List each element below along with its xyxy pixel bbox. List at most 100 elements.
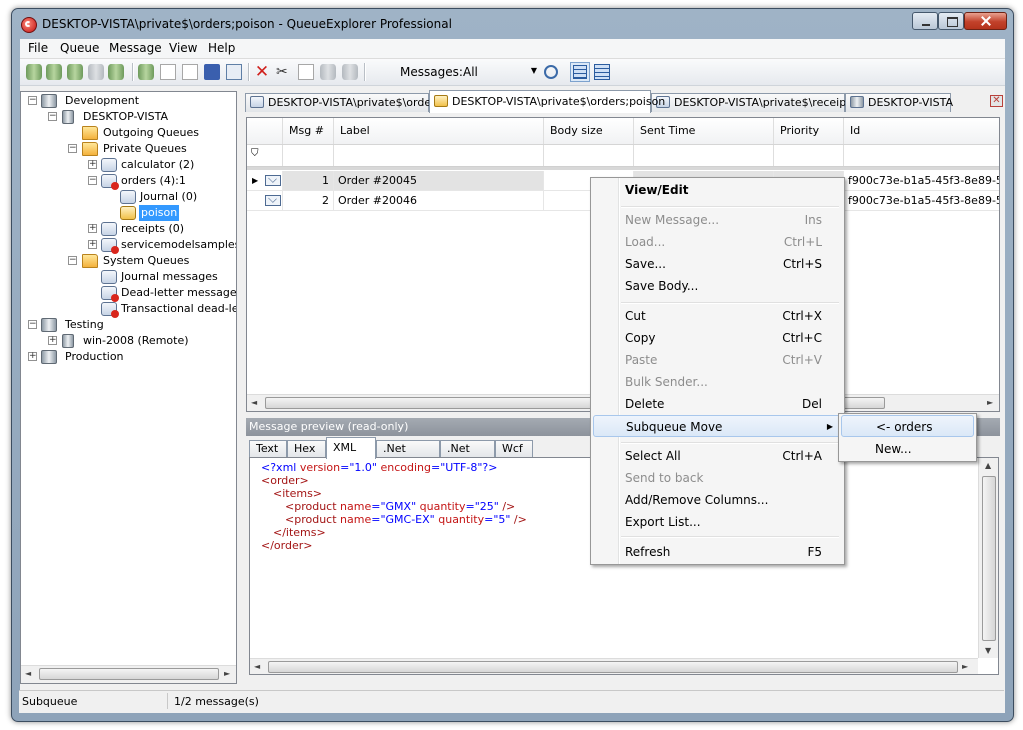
preview-tab-text[interactable]: Text (249, 440, 287, 458)
queue-properties-icon[interactable] (67, 64, 83, 80)
column-header-body-size[interactable]: Body size (544, 118, 634, 144)
menu-item-delete[interactable]: Delete Del (593, 393, 842, 415)
scroll-right-icon[interactable]: ► (962, 662, 968, 671)
menu-item-view-edit[interactable]: View/Edit (593, 179, 842, 201)
scroll-left-icon[interactable]: ◄ (25, 669, 31, 678)
collapse-toggle[interactable]: − (28, 320, 37, 329)
grid-header: Msg # Label Body size Sent Time Priority… (247, 118, 999, 145)
close-tab-icon[interactable]: ✕ (990, 95, 1003, 107)
menu-item-bulk-sender[interactable]: Bulk Sender... (593, 371, 842, 393)
tree-horizontal-scrollbar[interactable]: ◄ ► (21, 665, 236, 683)
grid-view-button[interactable] (570, 62, 590, 82)
expand-toggle[interactable]: + (88, 160, 97, 169)
filter-cell[interactable] (544, 145, 634, 166)
preview-vertical-scrollbar[interactable]: ▲ ▼ (978, 458, 998, 658)
scroll-thumb[interactable] (39, 668, 219, 680)
copy-icon[interactable] (298, 64, 314, 80)
menu-item-export-list[interactable]: Export List... (593, 511, 842, 533)
collapse-toggle[interactable]: − (88, 176, 97, 185)
paste-icon[interactable] (320, 64, 336, 80)
scroll-right-icon[interactable]: ► (987, 398, 993, 407)
expand-toggle[interactable]: + (88, 224, 97, 233)
messages-filter-value: All (463, 65, 478, 79)
tab-orders-poison[interactable]: DESKTOP-VISTA\private$\orders;poison (429, 90, 665, 113)
open-message-icon[interactable] (182, 64, 198, 80)
menu-item-subqueue-move[interactable]: Subqueue Move ▶ (593, 415, 842, 437)
preview-horizontal-scrollbar[interactable]: ◄ ► (250, 658, 978, 674)
delete-queue-icon[interactable] (88, 64, 104, 80)
close-button[interactable] (964, 12, 1007, 30)
menu-item-send-to-back[interactable]: Send to back (593, 467, 842, 489)
menu-file[interactable]: File (28, 41, 48, 55)
expand-toggle[interactable]: + (48, 336, 57, 345)
add-queue-icon[interactable] (46, 64, 62, 80)
scroll-thumb[interactable] (268, 661, 958, 673)
menu-item-save-body[interactable]: Save Body... (593, 275, 842, 297)
messages-filter-select[interactable]: All ▼ (458, 62, 540, 83)
expand-toggle[interactable]: + (28, 352, 37, 361)
title-bar[interactable]: DESKTOP-VISTA\private$\orders;poison - Q… (12, 9, 1013, 39)
delete-icon[interactable]: ✕ (254, 64, 270, 81)
new-message-icon[interactable] (160, 64, 176, 80)
scroll-thumb[interactable] (982, 476, 996, 641)
submenu-item-new[interactable]: New... (841, 438, 974, 460)
menu-item-copy[interactable]: Copy Ctrl+C (593, 327, 842, 349)
find-icon[interactable] (544, 65, 558, 79)
menu-item-add-remove-columns[interactable]: Add/Remove Columns... (593, 489, 842, 511)
column-header-priority[interactable]: Priority (774, 118, 844, 144)
collapse-toggle[interactable]: − (68, 256, 77, 265)
filter-cell[interactable] (283, 145, 334, 166)
save-icon[interactable] (204, 64, 220, 80)
cut-icon[interactable]: ✂ (276, 64, 292, 80)
column-header-label[interactable]: Label (334, 118, 544, 144)
refresh-messages-icon[interactable] (138, 64, 154, 80)
tab-desktop-vista[interactable]: DESKTOP-VISTA (845, 93, 953, 112)
list-view-icon[interactable] (594, 64, 610, 80)
tab-orders[interactable]: DESKTOP-VISTA\private$\orders (245, 93, 441, 112)
preview-tab-hex[interactable]: Hex (287, 440, 326, 458)
menu-message[interactable]: Message (109, 41, 162, 55)
column-header-indicator[interactable] (247, 118, 283, 144)
filter-row[interactable]: ⛉ (247, 145, 999, 167)
expand-toggle[interactable]: + (88, 240, 97, 249)
queue-tree[interactable]: − Development − DESKTOP-VISTA Outgoing Q… (20, 91, 237, 684)
menu-queue[interactable]: Queue (60, 41, 99, 55)
collapse-toggle[interactable]: − (28, 96, 37, 105)
minimize-button[interactable] (912, 12, 938, 30)
column-header-sent-time[interactable]: Sent Time (634, 118, 774, 144)
preview-tab-net-xml[interactable]: .Net XML (440, 440, 495, 471)
bulk-sender-icon[interactable] (342, 64, 358, 80)
queue-icon (101, 238, 119, 254)
menu-item-paste[interactable]: Paste Ctrl+V (593, 349, 842, 371)
maximize-button[interactable] (938, 12, 964, 30)
preview-tab-xml[interactable]: XML (326, 437, 376, 459)
refresh-queue-icon[interactable] (26, 64, 42, 80)
send-message-icon[interactable] (226, 64, 242, 80)
column-header-id[interactable]: Id (844, 118, 999, 144)
scroll-down-icon[interactable]: ▼ (985, 646, 991, 655)
scroll-up-icon[interactable]: ▲ (985, 461, 991, 470)
menu-view[interactable]: View (169, 41, 197, 55)
scroll-left-icon[interactable]: ◄ (254, 662, 260, 671)
filter-cell[interactable] (634, 145, 774, 166)
submenu-item-orders[interactable]: <- orders (841, 415, 974, 437)
preview-tab-net-binary[interactable]: .Net Binary (376, 440, 440, 471)
column-header-msg-num[interactable]: Msg # (283, 118, 334, 144)
new-queue-icon[interactable] (108, 64, 124, 80)
filter-cell[interactable] (774, 145, 844, 166)
preview-tab-wcf[interactable]: Wcf (495, 440, 533, 458)
scroll-left-icon[interactable]: ◄ (251, 398, 257, 407)
menu-item-select-all[interactable]: Select All Ctrl+A (593, 445, 842, 467)
menu-item-cut[interactable]: Cut Ctrl+X (593, 305, 842, 327)
filter-cell[interactable] (334, 145, 544, 166)
scroll-right-icon[interactable]: ► (224, 669, 230, 678)
tab-receipts[interactable]: DESKTOP-VISTA\private$\receipts (651, 93, 856, 112)
menu-item-new-message[interactable]: New Message... Ins (593, 209, 842, 231)
filter-cell[interactable]: ⛉ (247, 145, 283, 166)
menu-item-load[interactable]: Load... Ctrl+L (593, 231, 842, 253)
menu-help[interactable]: Help (208, 41, 235, 55)
collapse-toggle[interactable]: − (68, 144, 77, 153)
menu-item-refresh[interactable]: Refresh F5 (593, 541, 842, 563)
collapse-toggle[interactable]: − (48, 112, 57, 121)
menu-item-save[interactable]: Save... Ctrl+S (593, 253, 842, 275)
